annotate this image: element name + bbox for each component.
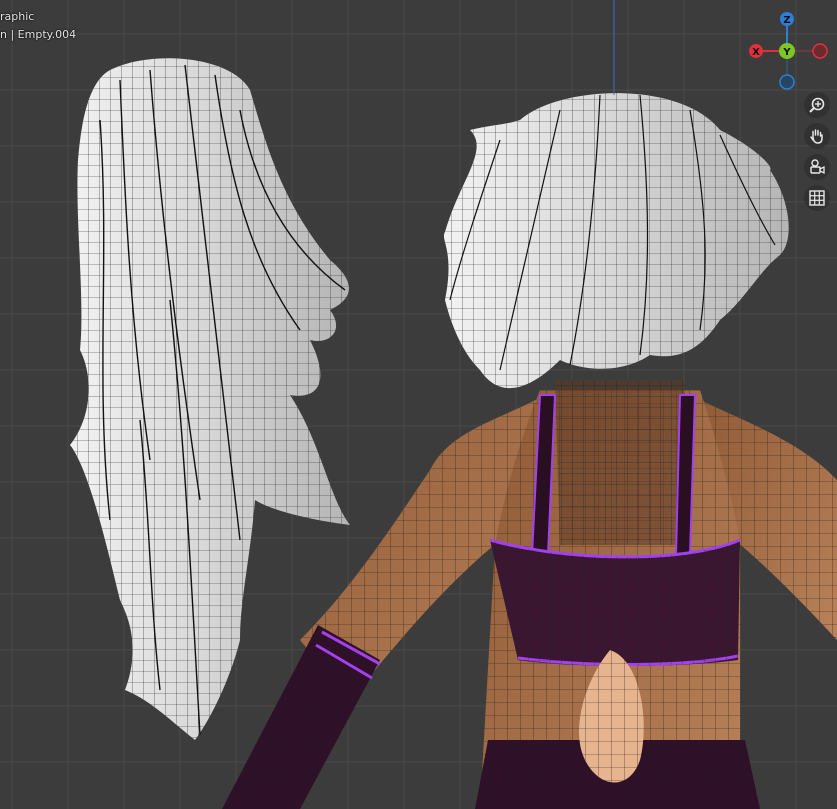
- zoom-button[interactable]: [804, 92, 830, 118]
- perspective-toggle-button[interactable]: [804, 185, 830, 211]
- gizmo-x-label: X: [752, 47, 760, 58]
- view-mode-label: raphic: [0, 10, 35, 23]
- camera-view-button[interactable]: [804, 154, 830, 180]
- pan-button[interactable]: [804, 123, 830, 149]
- gizmo-neg-x-ball[interactable]: [812, 43, 828, 59]
- 3d-viewport[interactable]: raphic n | Empty.004 Z X Y: [0, 0, 837, 809]
- gizmo-y-label: Y: [782, 47, 791, 58]
- scene-render: [70, 0, 837, 809]
- navigation-gizmo[interactable]: Z X Y: [748, 8, 830, 92]
- active-object-label: n | Empty.004: [0, 28, 77, 41]
- gizmo-z-label: Z: [783, 15, 790, 26]
- grid-icon: [809, 190, 825, 206]
- hair-object-right[interactable]: [443, 93, 789, 389]
- gizmo-neg-z-ball[interactable]: [779, 74, 795, 90]
- hand-icon: [810, 129, 823, 144]
- camera-icon: [810, 159, 825, 175]
- zoom-icon: [809, 97, 825, 113]
